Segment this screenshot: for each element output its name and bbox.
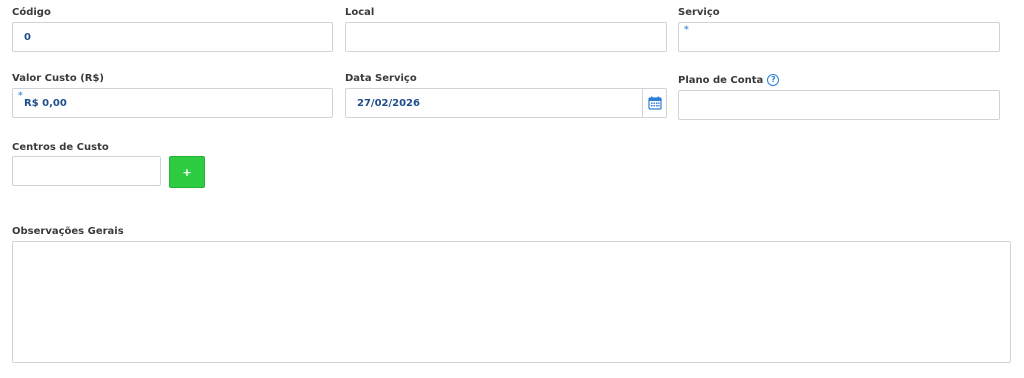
add-centro-custo-button[interactable]: + — [169, 156, 205, 188]
valor-custo-label-text: Valor Custo (R$) — [12, 73, 104, 84]
valor-custo-label: Valor Custo (R$) — [12, 73, 104, 84]
servico-label-text: Serviço — [678, 7, 720, 18]
data-servico-label: Data Serviço — [345, 73, 417, 84]
data-servico-value: 27/02/2026 — [357, 97, 420, 109]
calendar-button[interactable] — [642, 89, 666, 117]
data-servico-field[interactable]: 27/02/2026 — [345, 88, 667, 118]
codigo-value: 0 — [24, 31, 31, 43]
servico-field[interactable]: * — [678, 22, 1000, 52]
data-servico-label-text: Data Serviço — [345, 73, 417, 84]
plano-conta-label-text: Plano de Conta — [678, 74, 764, 86]
valor-custo-required-mark: * — [18, 91, 23, 101]
servico-required-mark: * — [684, 25, 689, 35]
centros-custo-label: Centros de Custo — [12, 142, 109, 153]
local-field[interactable] — [345, 22, 667, 52]
observacoes-label: Observações Gerais — [12, 226, 124, 237]
centros-custo-field[interactable] — [12, 156, 161, 186]
plano-conta-label: Plano de Conta ? — [678, 74, 780, 86]
observacoes-label-text: Observações Gerais — [12, 226, 124, 237]
centros-custo-label-text: Centros de Custo — [12, 142, 109, 153]
valor-custo-field[interactable]: * R$ 0,00 — [12, 88, 333, 118]
help-icon[interactable]: ? — [767, 74, 780, 86]
codigo-field[interactable]: 0 — [12, 22, 333, 52]
codigo-label: Código — [12, 7, 51, 18]
servico-label: Serviço — [678, 7, 720, 18]
add-button-label: + — [182, 165, 192, 179]
observacoes-textarea[interactable] — [12, 241, 1011, 363]
calendar-icon — [647, 96, 662, 110]
local-label: Local — [345, 7, 374, 18]
local-label-text: Local — [345, 7, 375, 18]
plano-conta-field[interactable] — [678, 90, 1000, 120]
valor-custo-value: R$ 0,00 — [24, 97, 67, 109]
codigo-label-text: Código — [12, 7, 51, 18]
